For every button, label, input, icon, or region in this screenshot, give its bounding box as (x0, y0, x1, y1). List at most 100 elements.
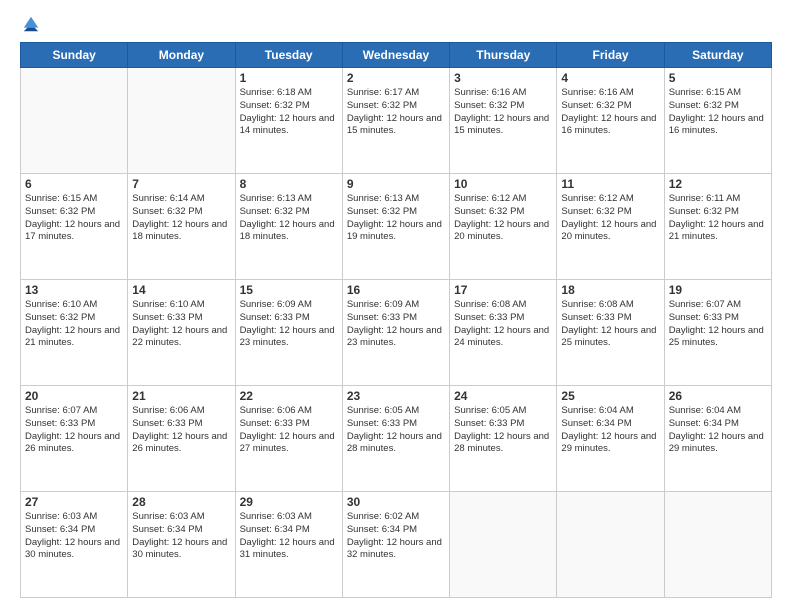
logo-text (20, 18, 40, 36)
day-info: Sunrise: 6:10 AMSunset: 6:32 PMDaylight:… (25, 299, 123, 350)
calendar-cell (557, 492, 664, 598)
day-info: Sunrise: 6:09 AMSunset: 6:33 PMDaylight:… (347, 299, 445, 350)
logo-icon (22, 15, 40, 33)
calendar-cell: 17 Sunrise: 6:08 AMSunset: 6:33 PMDayligh… (450, 280, 557, 386)
calendar-cell: 26Sunrise: 6:04 AMSunset: 6:34 PMDayligh… (664, 386, 771, 492)
logo (20, 18, 40, 32)
calendar-cell (450, 492, 557, 598)
calendar-table: SundayMondayTuesdayWednesdayThursdayFrid… (20, 42, 772, 598)
calendar-week-2: 6 Sunrise: 6:15 AMSunset: 6:32 PMDaylight… (21, 174, 772, 280)
day-info: Sunrise: 6:18 AMSunset: 6:32 PMDaylight:… (240, 87, 338, 138)
day-info: Sunrise: 6:14 AMSunset: 6:32 PMDaylight:… (132, 193, 230, 244)
day-info: Sunrise: 6:06 AMSunset: 6:33 PMDaylight:… (240, 405, 338, 456)
calendar-cell: 19 Sunrise: 6:07 AMSunset: 6:33 PMDayligh… (664, 280, 771, 386)
calendar-cell: 6 Sunrise: 6:15 AMSunset: 6:32 PMDaylight… (21, 174, 128, 280)
weekday-header-tuesday: Tuesday (235, 43, 342, 68)
day-info: Sunrise: 6:13 AMSunset: 6:32 PMDaylight:… (347, 193, 445, 244)
page: SundayMondayTuesdayWednesdayThursdayFrid… (0, 0, 792, 612)
day-number: 23 (347, 389, 445, 403)
calendar-cell: 18 Sunrise: 6:08 AMSunset: 6:33 PMDayligh… (557, 280, 664, 386)
calendar-week-4: 20Sunrise: 6:07 AMSunset: 6:33 PMDayligh… (21, 386, 772, 492)
day-info: Sunrise: 6:02 AMSunset: 6:34 PMDaylight:… (347, 511, 445, 562)
calendar-cell: 20Sunrise: 6:07 AMSunset: 6:33 PMDayligh… (21, 386, 128, 492)
calendar-cell: 24 Sunrise: 6:05 AMSunset: 6:33 PMDayligh… (450, 386, 557, 492)
day-info: Sunrise: 6:03 AMSunset: 6:34 PMDaylight:… (132, 511, 230, 562)
day-number: 29 (240, 495, 338, 509)
day-number: 12 (669, 177, 767, 191)
day-number: 17 (454, 283, 552, 297)
calendar-cell: 25Sunrise: 6:04 AMSunset: 6:34 PMDayligh… (557, 386, 664, 492)
calendar-cell: 5Sunrise: 6:15 AMSunset: 6:32 PMDaylight… (664, 68, 771, 174)
day-number: 18 (561, 283, 659, 297)
day-info: Sunrise: 6:15 AMSunset: 6:32 PMDaylight:… (25, 193, 123, 244)
calendar-cell: 23 Sunrise: 6:05 AMSunset: 6:33 PMDayligh… (342, 386, 449, 492)
calendar-cell: 2 Sunrise: 6:17 AMSunset: 6:32 PMDaylight… (342, 68, 449, 174)
calendar-cell: 15Sunrise: 6:09 AMSunset: 6:33 PMDayligh… (235, 280, 342, 386)
day-info: Sunrise: 6:16 AMSunset: 6:32 PMDaylight:… (561, 87, 659, 138)
day-number: 25 (561, 389, 659, 403)
calendar-week-3: 13 Sunrise: 6:10 AMSunset: 6:32 PMDayligh… (21, 280, 772, 386)
calendar-week-1: 1 Sunrise: 6:18 AMSunset: 6:32 PMDaylight… (21, 68, 772, 174)
calendar-cell: 7 Sunrise: 6:14 AMSunset: 6:32 PMDaylight… (128, 174, 235, 280)
calendar-cell: 22 Sunrise: 6:06 AMSunset: 6:33 PMDayligh… (235, 386, 342, 492)
day-info: Sunrise: 6:08 AMSunset: 6:33 PMDaylight:… (561, 299, 659, 350)
day-info: Sunrise: 6:03 AMSunset: 6:34 PMDaylight:… (240, 511, 338, 562)
day-info: Sunrise: 6:05 AMSunset: 6:33 PMDaylight:… (347, 405, 445, 456)
day-number: 24 (454, 389, 552, 403)
calendar-week-5: 27 Sunrise: 6:03 AMSunset: 6:34 PMDayligh… (21, 492, 772, 598)
header (20, 18, 772, 32)
day-number: 11 (561, 177, 659, 191)
day-number: 7 (132, 177, 230, 191)
day-number: 2 (347, 71, 445, 85)
day-number: 1 (240, 71, 338, 85)
weekday-header-thursday: Thursday (450, 43, 557, 68)
day-number: 19 (669, 283, 767, 297)
day-info: Sunrise: 6:05 AMSunset: 6:33 PMDaylight:… (454, 405, 552, 456)
weekday-header-row: SundayMondayTuesdayWednesdayThursdayFrid… (21, 43, 772, 68)
calendar-cell (21, 68, 128, 174)
day-number: 14 (132, 283, 230, 297)
day-info: Sunrise: 6:06 AMSunset: 6:33 PMDaylight:… (132, 405, 230, 456)
calendar-cell: 13 Sunrise: 6:10 AMSunset: 6:32 PMDayligh… (21, 280, 128, 386)
day-number: 8 (240, 177, 338, 191)
day-number: 6 (25, 177, 123, 191)
calendar-cell: 9 Sunrise: 6:13 AMSunset: 6:32 PMDaylight… (342, 174, 449, 280)
day-number: 20 (25, 389, 123, 403)
weekday-header-monday: Monday (128, 43, 235, 68)
day-info: Sunrise: 6:09 AMSunset: 6:33 PMDaylight:… (240, 299, 338, 350)
weekday-header-sunday: Sunday (21, 43, 128, 68)
day-number: 27 (25, 495, 123, 509)
calendar-cell (128, 68, 235, 174)
day-number: 4 (561, 71, 659, 85)
day-info: Sunrise: 6:10 AMSunset: 6:33 PMDaylight:… (132, 299, 230, 350)
calendar-cell: 3 Sunrise: 6:16 AMSunset: 6:32 PMDaylight… (450, 68, 557, 174)
day-number: 10 (454, 177, 552, 191)
day-info: Sunrise: 6:11 AMSunset: 6:32 PMDaylight:… (669, 193, 767, 244)
calendar-cell: 29 Sunrise: 6:03 AMSunset: 6:34 PMDayligh… (235, 492, 342, 598)
calendar-cell: 1 Sunrise: 6:18 AMSunset: 6:32 PMDaylight… (235, 68, 342, 174)
day-number: 3 (454, 71, 552, 85)
day-number: 13 (25, 283, 123, 297)
day-info: Sunrise: 6:08 AMSunset: 6:33 PMDaylight:… (454, 299, 552, 350)
calendar-cell: 14 Sunrise: 6:10 AMSunset: 6:33 PMDayligh… (128, 280, 235, 386)
day-info: Sunrise: 6:12 AMSunset: 6:32 PMDaylight:… (561, 193, 659, 244)
weekday-header-friday: Friday (557, 43, 664, 68)
day-number: 9 (347, 177, 445, 191)
day-info: Sunrise: 6:16 AMSunset: 6:32 PMDaylight:… (454, 87, 552, 138)
day-info: Sunrise: 6:13 AMSunset: 6:32 PMDaylight:… (240, 193, 338, 244)
calendar-cell: 21Sunrise: 6:06 AMSunset: 6:33 PMDayligh… (128, 386, 235, 492)
day-number: 30 (347, 495, 445, 509)
day-info: Sunrise: 6:12 AMSunset: 6:32 PMDaylight:… (454, 193, 552, 244)
day-info: Sunrise: 6:07 AMSunset: 6:33 PMDaylight:… (669, 299, 767, 350)
day-info: Sunrise: 6:04 AMSunset: 6:34 PMDaylight:… (669, 405, 767, 456)
calendar-cell: 11 Sunrise: 6:12 AMSunset: 6:32 PMDayligh… (557, 174, 664, 280)
calendar-cell: 16 Sunrise: 6:09 AMSunset: 6:33 PMDayligh… (342, 280, 449, 386)
calendar-cell: 10 Sunrise: 6:12 AMSunset: 6:32 PMDayligh… (450, 174, 557, 280)
day-number: 16 (347, 283, 445, 297)
calendar-cell: 28Sunrise: 6:03 AMSunset: 6:34 PMDayligh… (128, 492, 235, 598)
calendar-cell: 12 Sunrise: 6:11 AMSunset: 6:32 PMDayligh… (664, 174, 771, 280)
calendar-cell: 30 Sunrise: 6:02 AMSunset: 6:34 PMDayligh… (342, 492, 449, 598)
day-number: 22 (240, 389, 338, 403)
calendar-cell (664, 492, 771, 598)
day-info: Sunrise: 6:17 AMSunset: 6:32 PMDaylight:… (347, 87, 445, 138)
